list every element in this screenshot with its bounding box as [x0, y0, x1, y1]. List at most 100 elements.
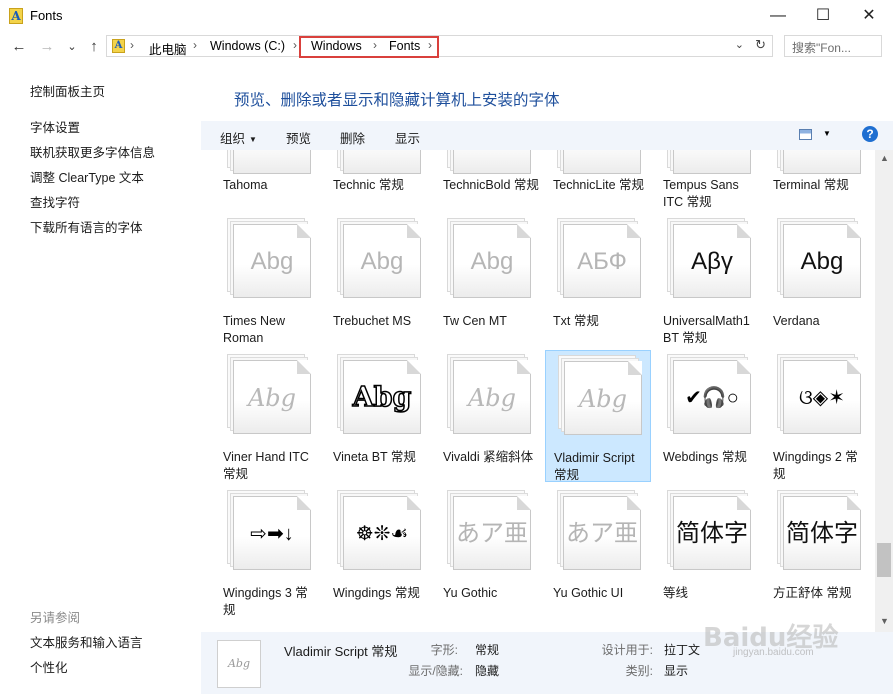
selected-font-name: Vladimir Script 常规 [284, 644, 398, 659]
recent-locations-button[interactable]: ⌄ [61, 37, 83, 57]
font-name: Txt 常规 [553, 314, 599, 328]
breadcrumb-windows[interactable]: Windows [311, 39, 362, 53]
chevron-right-icon[interactable]: › [193, 38, 197, 52]
font-sample: あア亜 [456, 520, 528, 547]
font-sample: あア亜 [566, 520, 638, 547]
minimize-button[interactable]: — [755, 0, 801, 32]
font-item[interactable]: Abg Viner Hand ITC 常规 [215, 350, 321, 482]
designed-for-label: 设计用于: [601, 643, 653, 657]
sidebar-text-services[interactable]: 文本服务和输入语言 [30, 632, 143, 651]
scrollbar-thumb[interactable] [877, 543, 891, 577]
font-sample: Abg [800, 248, 844, 275]
font-item[interactable]: Abg Times New Roman [215, 214, 321, 346]
font-sample: Abg [360, 248, 404, 275]
font-name: Yu Gothic UI [553, 586, 624, 600]
font-item[interactable]: ⇨➡↓ Wingdings 3 常规 [215, 486, 321, 618]
control-panel-sidebar: 控制面板主页 字体设置 联机获取更多字体信息 调整 ClearType 文本 查… [0, 62, 200, 694]
font-item[interactable]: ଓ◈✶ Wingdings 2 常规 [765, 350, 871, 482]
font-preview-icon: Abg [337, 218, 421, 298]
font-item[interactable]: あア亜 Yu Gothic UI [545, 486, 651, 618]
font-sample: Abg [470, 248, 514, 275]
font-sample: Abg [352, 383, 412, 413]
sidebar-adjust-cleartype[interactable]: 调整 ClearType 文本 [30, 167, 144, 186]
help-icon[interactable]: ? [862, 126, 878, 142]
sidebar-personalization[interactable]: 个性化 [30, 657, 68, 676]
sidebar-get-more-font-info[interactable]: 联机获取更多字体信息 [30, 142, 155, 161]
change-view-icon[interactable] [799, 129, 812, 140]
font-preview-icon: Abc [337, 150, 421, 174]
font-name: TechnicLite 常规 [553, 178, 645, 192]
address-field[interactable]: A › 此电脑 › Windows (C:) › Windows › Fonts… [106, 35, 773, 58]
style-value: 常规 [475, 643, 500, 657]
font-item[interactable]: 简体字 等线 [655, 486, 761, 618]
scroll-up-icon[interactable]: ▲ [880, 153, 889, 163]
see-also-header: 另请参阅 [30, 611, 81, 625]
back-button[interactable]: ← [8, 37, 30, 57]
address-dropdown-icon[interactable]: ⌄ [735, 38, 744, 51]
font-preview-icon: ☸❊☙ [337, 490, 421, 570]
font-sample: Abc [344, 150, 420, 153]
chevron-right-icon[interactable]: › [130, 38, 134, 52]
font-sample: Abg [784, 150, 860, 153]
vertical-scrollbar[interactable]: ▲ ▼ [875, 150, 893, 632]
font-preview-icon: Abg [227, 354, 311, 434]
font-item[interactable]: Abg Vladimir Script 常规 [545, 350, 651, 482]
font-item[interactable]: Abg Trebuchet MS [325, 214, 431, 346]
breadcrumb-windows-c[interactable]: Windows (C:) [210, 39, 285, 53]
search-input[interactable]: 搜索"Fon... [784, 35, 882, 57]
font-item[interactable]: АБФ Txt 常规 [545, 214, 651, 346]
font-preview-icon: ✔🎧○ [667, 354, 751, 434]
font-item[interactable]: ✔🎧○ Webdings 常规 [655, 350, 761, 482]
fonts-app-icon: A [9, 8, 23, 24]
chevron-right-icon[interactable]: › [373, 38, 377, 52]
designed-for-value: 拉丁文 [664, 643, 701, 657]
font-item[interactable]: Abg Vivaldi 紧缩斜体 [435, 350, 541, 482]
sidebar-font-settings[interactable]: 字体设置 [30, 117, 80, 136]
font-preview-icon: Abg [337, 354, 421, 434]
sidebar-download-all-language-fonts[interactable]: 下载所有语言的字体 [30, 217, 143, 236]
font-item[interactable]: ☸❊☙ Wingdings 常规 [325, 486, 431, 618]
font-item[interactable]: Abg Tw Cen MT [435, 214, 541, 346]
font-name: 方正舒体 常规 [773, 586, 852, 600]
font-item[interactable]: 简体字方正舒体 常规 [765, 486, 871, 618]
view-options-caret-icon[interactable]: ▼ [823, 129, 831, 138]
font-item[interactable]: あア亜 Yu Gothic [435, 486, 541, 618]
font-name: Viner Hand ITC 常规 [223, 450, 309, 481]
font-sample: ଓ◈✶ [799, 387, 845, 409]
font-preview-icon: Abg [227, 218, 311, 298]
up-button[interactable]: ↑ [83, 37, 105, 57]
sidebar-find-character[interactable]: 查找字符 [30, 192, 80, 211]
scroll-down-icon[interactable]: ▼ [880, 616, 889, 626]
organize-menu[interactable]: 组织 ▼ [220, 128, 257, 147]
sidebar-control-panel-home[interactable]: 控制面板主页 [30, 81, 105, 100]
preview-button[interactable]: 预览 [286, 128, 311, 147]
close-button[interactable]: ✕ [846, 0, 892, 32]
show-button[interactable]: 显示 [395, 128, 420, 147]
breadcrumb-this-pc[interactable]: 此电脑 [149, 39, 187, 58]
font-preview-icon: Abg [447, 218, 531, 298]
font-preview-icon: АБФ [557, 218, 641, 298]
delete-button[interactable]: 删除 [340, 128, 365, 147]
font-item[interactable]: Abg Vineta BT 常规 [325, 350, 431, 482]
forward-button[interactable]: → [36, 37, 58, 57]
font-name: Wingdings 2 常规 [773, 450, 858, 481]
address-bar-row: ← → ⌄ ↑ A › 此电脑 › Windows (C:) › Windows… [0, 32, 893, 62]
font-sample: 简体字 [676, 520, 748, 547]
font-preview-icon: Αβγ [667, 218, 751, 298]
refresh-icon[interactable]: ↻ [755, 37, 766, 53]
font-name: Wingdings 常规 [333, 586, 420, 600]
font-sample: 简体字 [786, 520, 858, 547]
font-name: Yu Gothic [443, 586, 498, 600]
maximize-button[interactable]: ☐ [800, 0, 846, 32]
font-item[interactable]: Αβγ UniversalMath1 BT 常规 [655, 214, 761, 346]
chevron-right-icon[interactable]: › [428, 38, 432, 52]
font-sample: Abg [674, 150, 750, 153]
font-preview-icon: Abg [777, 150, 861, 174]
breadcrumb-fonts[interactable]: Fonts [389, 39, 420, 53]
font-preview-icon: ଓ◈✶ [777, 354, 861, 434]
chevron-right-icon[interactable]: › [293, 38, 297, 52]
font-item[interactable]: Abg Verdana [765, 214, 871, 346]
font-name: Terminal 常规 [773, 178, 849, 192]
font-sample: Abg [578, 385, 628, 413]
main-content: 预览、删除或者显示和隐藏计算机上安装的字体 组织▼ 预览 删除 显示 ▼ ? A… [201, 62, 893, 694]
